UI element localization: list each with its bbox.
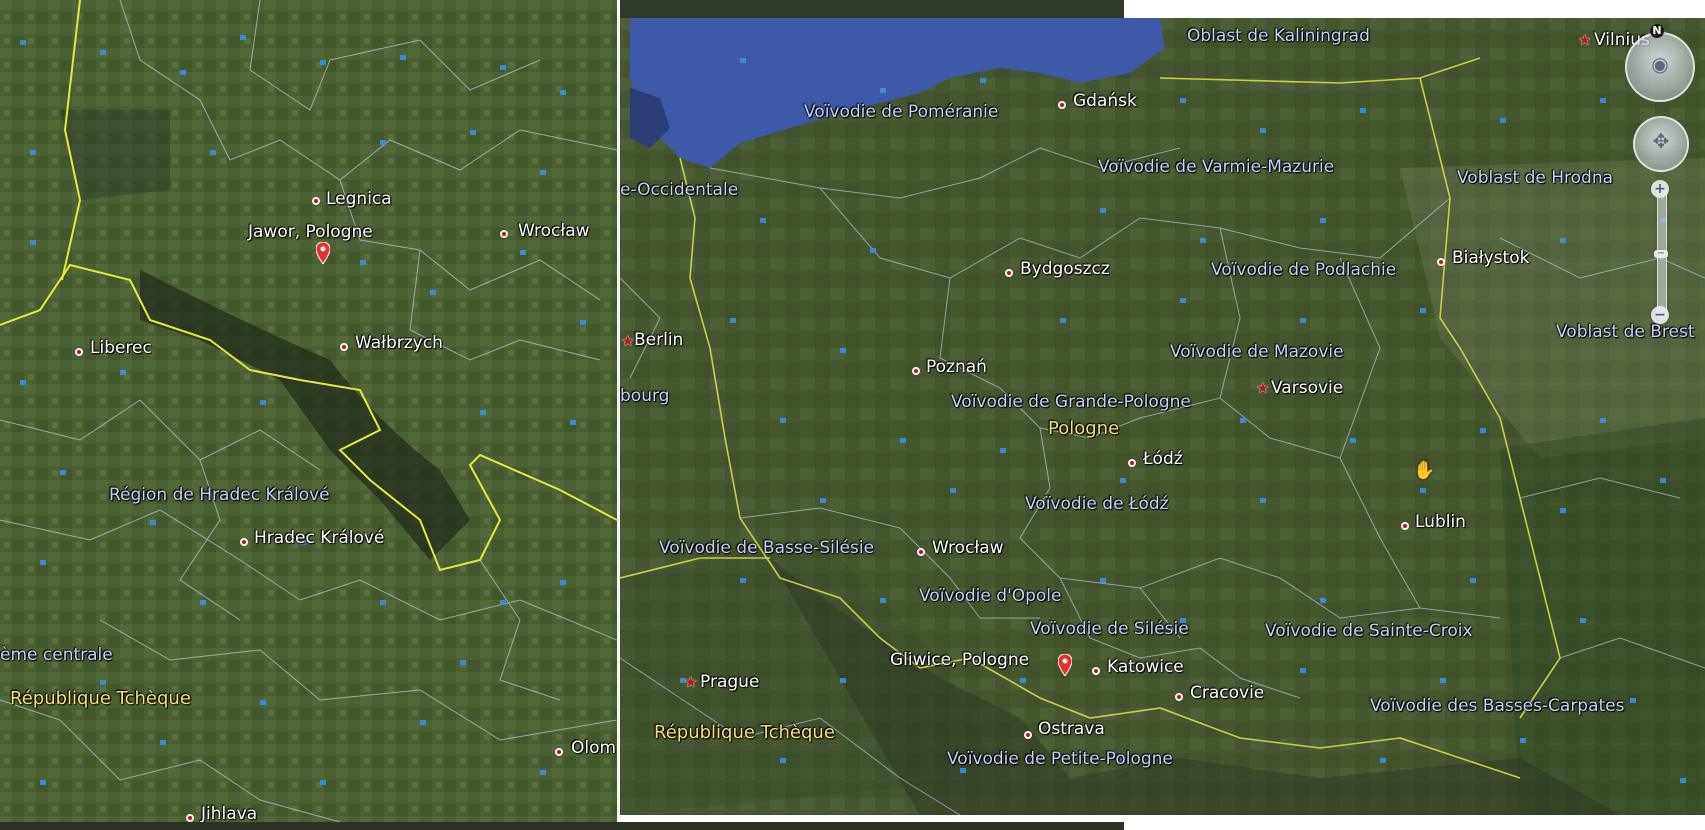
region-label-occidentale: e-Occidentale <box>620 180 739 200</box>
region-label-varmie-mazurie: Voïvodie de Varmie-Mazurie <box>1098 157 1335 177</box>
bottom-blank-strip <box>1124 815 1705 830</box>
city-marker-olomouc[interactable] <box>555 748 563 756</box>
city-label-ostrava: Ostrava <box>1038 719 1105 739</box>
region-label-basses-carpates: Voïvodie des Basses-Carpates <box>1370 696 1625 716</box>
city-marker-ostrava[interactable] <box>1024 731 1032 739</box>
city-marker-hradec-kralove[interactable] <box>240 538 248 546</box>
region-label-opole: Voïvodie d'Opole <box>919 586 1062 606</box>
city-marker-lublin[interactable] <box>1401 522 1409 530</box>
placemark-label-gliwice: Gliwice, Pologne <box>890 650 1030 670</box>
move-control[interactable]: ✥ <box>1633 116 1689 172</box>
zoom-in-button[interactable]: + <box>1651 180 1669 198</box>
city-marker-lodz[interactable] <box>1128 459 1136 467</box>
country-label-pologne: Pologne <box>1048 418 1120 439</box>
city-label-jihlava: Jihlava <box>201 804 258 823</box>
city-label-wroclaw: Wrocław <box>518 221 590 241</box>
city-marker-katowice[interactable] <box>1092 667 1100 675</box>
capital-star-icon-vilnius[interactable]: ★ <box>1578 33 1591 48</box>
region-label-hrodna: Voblast de Hrodna <box>1457 168 1614 188</box>
city-marker-wroclaw-right[interactable] <box>917 548 925 556</box>
region-label-sainte-croix: Voïvodie de Sainte-Croix <box>1265 621 1473 641</box>
city-label-hradec-kralove: Hradec Králové <box>254 528 385 548</box>
top-edge-strip <box>620 0 1124 18</box>
region-label-boheme-centrale: ème centrale <box>0 645 113 665</box>
hand-pan-icon: ✥ <box>1652 129 1670 153</box>
eye-icon: ◉ <box>1651 52 1669 76</box>
region-label-podlachie: Voïvodie de Podlachie <box>1211 260 1397 280</box>
country-label-republique-tcheque: République Tchèque <box>10 688 191 709</box>
top-blank-strip <box>1124 0 1705 18</box>
region-label-mazovie: Voïvodie de Mazovie <box>1170 342 1344 362</box>
city-marker-jihlava[interactable] <box>186 814 194 822</box>
city-label-gdansk: Gdańsk <box>1073 91 1137 111</box>
region-label-brest: Voblast de Brest <box>1556 322 1695 342</box>
capital-star-icon-varsovie[interactable]: ★ <box>1256 381 1269 396</box>
city-label-liberec: Liberec <box>90 338 152 358</box>
region-label-pomeranie: Voïvodie de Poméranie <box>804 102 999 122</box>
city-label-bydgoszcz: Bydgoszcz <box>1020 259 1110 279</box>
region-label-silesie: Voïvodie de Silésie <box>1030 619 1189 639</box>
capital-star-icon-berlin[interactable]: ★ <box>621 334 634 349</box>
look-around-control[interactable]: ◉ <box>1625 32 1695 102</box>
city-label-cracovie: Cracovie <box>1190 683 1265 703</box>
city-marker-bydgoszcz[interactable] <box>1005 269 1013 277</box>
city-label-legnica: Legnica <box>326 189 392 209</box>
capital-star-icon-prague[interactable]: ★ <box>684 675 697 690</box>
city-label-wroclaw-right: Wrocław <box>932 538 1004 558</box>
region-label-bourg: bourg <box>620 386 670 406</box>
city-label-bialystok: Białystok <box>1452 248 1530 268</box>
zoom-out-button[interactable]: − <box>1651 306 1669 324</box>
city-marker-walbrzych[interactable] <box>340 343 348 351</box>
region-label-kaliningrad: Oblast de Kaliningrad <box>1187 26 1370 46</box>
compass-north-indicator[interactable]: N <box>1650 24 1664 38</box>
region-label-grande-pologne: Voïvodie de Grande-Pologne <box>951 392 1191 412</box>
right-map-view[interactable]: Oblast de Kaliningrad Voïvodie de Poméra… <box>620 18 1705 815</box>
city-marker-wroclaw[interactable] <box>500 230 508 238</box>
city-marker-bialystok[interactable] <box>1437 258 1445 266</box>
city-label-walbrzych: Wałbrzych <box>355 333 443 353</box>
city-marker-gdansk[interactable] <box>1058 101 1066 109</box>
city-label-lublin: Lublin <box>1415 512 1466 532</box>
bottom-edge-strip <box>0 822 1124 830</box>
region-label-basse-silesie: Voïvodie de Basse-Silésie <box>659 538 875 558</box>
city-label-berlin: Berlin <box>634 330 684 350</box>
city-label-lodz: Łódź <box>1143 449 1183 469</box>
city-marker-liberec[interactable] <box>75 348 83 356</box>
region-label-petite-pologne: Voïvodie de Petite-Pologne <box>947 749 1173 769</box>
placemark-label-jawor: Jawor, Pologne <box>248 222 373 242</box>
left-map-view[interactable]: Région de Hradec Králové ème centrale Ré… <box>0 0 617 822</box>
zoom-slider-thumb[interactable]: − <box>1654 249 1668 259</box>
region-label-hradec-kralove: Région de Hradec Králové <box>109 485 330 505</box>
hand-cursor-icon: ✋ <box>1413 460 1436 481</box>
city-label-olomouc: Olom <box>571 738 617 758</box>
region-label-lodz: Voïvodie de Łódź <box>1025 494 1169 514</box>
city-marker-cracovie[interactable] <box>1175 693 1183 701</box>
placemark-pin-icon-gliwice[interactable] <box>1058 654 1072 676</box>
city-label-varsovie: Varsovie <box>1271 378 1344 398</box>
city-label-prague: Prague <box>700 672 760 692</box>
city-marker-poznan[interactable] <box>912 367 920 375</box>
city-label-poznan: Poznań <box>926 357 987 377</box>
country-label-republique-tcheque-right: République Tchèque <box>654 722 835 743</box>
city-marker-legnica[interactable] <box>312 197 320 205</box>
placemark-pin-icon[interactable] <box>316 242 330 264</box>
city-label-katowice: Katowice <box>1107 657 1184 677</box>
